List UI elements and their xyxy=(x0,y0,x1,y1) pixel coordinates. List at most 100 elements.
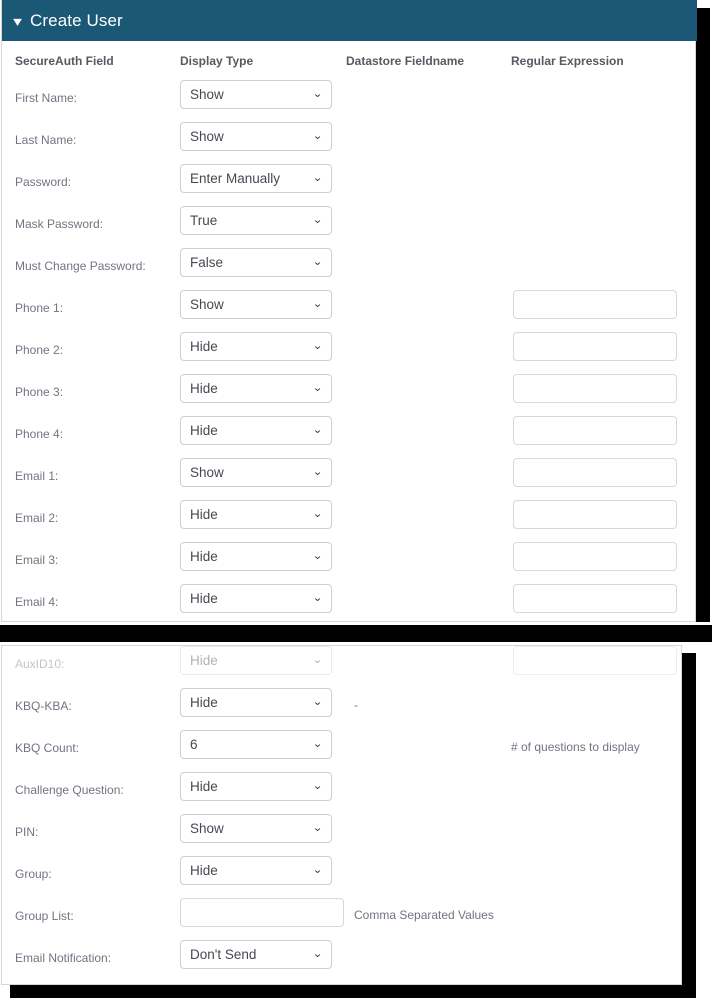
chevron-down-icon[interactable]: ⌄ xyxy=(312,696,323,707)
regular-expression-input[interactable] xyxy=(513,542,677,571)
display-type-value: Hide xyxy=(190,507,218,522)
display-type-value: Show xyxy=(190,87,224,102)
table-row: First Name: Show ⌄ xyxy=(2,80,697,122)
chevron-down-icon[interactable]: ⌄ xyxy=(312,424,323,435)
field-label: Phone 4: xyxy=(15,427,64,441)
table-row: Mask Password: True ⌄ xyxy=(2,206,697,248)
datastore-fieldname-note: Comma Separated Values xyxy=(354,908,494,922)
create-user-panel-continued: AuxID10: Hide ⌄ KBQ-KBA: Hide ⌄ - KBQ Count: 6 ⌄ #… xyxy=(1,645,682,985)
column-header-display-type: Display Type xyxy=(180,54,254,68)
display-type-select[interactable]: Enter Manually ⌄ xyxy=(180,164,332,193)
regular-expression-input[interactable] xyxy=(513,500,677,529)
field-label: Group List: xyxy=(15,909,74,923)
display-type-select[interactable]: 6 ⌄ xyxy=(180,730,332,759)
display-type-value: Don't Send xyxy=(190,947,257,962)
field-label: Email 3: xyxy=(15,553,59,567)
display-type-select[interactable]: Show ⌄ xyxy=(180,80,332,109)
chevron-down-icon[interactable]: ⌄ xyxy=(312,340,323,351)
field-label: Phone 1: xyxy=(15,301,64,315)
display-type-select[interactable]: Show ⌄ xyxy=(180,290,332,319)
table-row: AuxID10: Hide ⌄ xyxy=(2,646,681,688)
table-row: Email 3: Hide ⌄ xyxy=(2,542,697,584)
table-row: Phone 1: Show ⌄ xyxy=(2,290,697,332)
display-type-select[interactable]: Hide ⌄ xyxy=(180,542,332,571)
regular-expression-input[interactable] xyxy=(513,458,677,487)
field-label: First Name: xyxy=(15,91,78,105)
column-headers: SecureAuth Field Display Type Datastore … xyxy=(2,54,697,74)
chevron-down-icon[interactable]: ⌄ xyxy=(312,508,323,519)
chevron-down-icon[interactable]: ⌄ xyxy=(312,256,323,267)
table-row: Email 2: Hide ⌄ xyxy=(2,500,697,542)
display-type-value: Enter Manually xyxy=(190,171,281,186)
display-type-select[interactable]: Show ⌄ xyxy=(180,814,332,843)
display-type-select[interactable]: Hide ⌄ xyxy=(180,416,332,445)
create-user-field-rows: First Name: Show ⌄ Last Name: Show ⌄ Password:… xyxy=(2,80,697,626)
chevron-down-icon[interactable]: ⌄ xyxy=(312,130,323,141)
create-user-header[interactable]: ▾ Create User xyxy=(2,0,697,41)
display-type-select[interactable]: False ⌄ xyxy=(180,248,332,277)
display-type-select[interactable]: Don't Send ⌄ xyxy=(180,940,332,969)
table-row: Group List: Comma Separated Values xyxy=(2,898,681,940)
table-row: Group: Hide ⌄ xyxy=(2,856,681,898)
display-type-select[interactable]: Hide ⌄ xyxy=(180,688,332,717)
regular-expression-input[interactable] xyxy=(513,374,677,403)
chevron-down-icon[interactable]: ⌄ xyxy=(312,654,323,665)
group-list-input[interactable] xyxy=(180,898,344,927)
chevron-down-icon[interactable]: ⌄ xyxy=(312,466,323,477)
display-type-select[interactable]: True ⌄ xyxy=(180,206,332,235)
regular-expression-input[interactable] xyxy=(513,332,677,361)
chevron-down-icon[interactable]: ⌄ xyxy=(312,382,323,393)
table-row: Challenge Question: Hide ⌄ xyxy=(2,772,681,814)
table-row: Email 4: Hide ⌄ xyxy=(2,584,697,626)
chevron-down-icon[interactable]: ▾ xyxy=(13,14,22,28)
display-type-select[interactable]: Hide ⌄ xyxy=(180,646,332,675)
chevron-down-icon[interactable]: ⌄ xyxy=(312,298,323,309)
display-type-select[interactable]: Hide ⌄ xyxy=(180,856,332,885)
field-label: Email Notification: xyxy=(15,951,112,965)
display-type-select[interactable]: Hide ⌄ xyxy=(180,374,332,403)
field-label: Phone 3: xyxy=(15,385,64,399)
field-label: AuxID10: xyxy=(15,657,65,671)
field-label: PIN: xyxy=(15,825,39,839)
table-row: Phone 3: Hide ⌄ xyxy=(2,374,697,416)
regular-expression-input[interactable] xyxy=(513,290,677,319)
field-label: Email 4: xyxy=(15,595,59,609)
chevron-down-icon[interactable]: ⌄ xyxy=(312,822,323,833)
display-type-select[interactable]: Hide ⌄ xyxy=(180,772,332,801)
table-row: KBQ-KBA: Hide ⌄ - xyxy=(2,688,681,730)
display-type-value: Show xyxy=(190,297,224,312)
regular-expression-input[interactable] xyxy=(513,646,677,675)
field-label: Email 1: xyxy=(15,469,59,483)
create-user-field-rows-continued: AuxID10: Hide ⌄ KBQ-KBA: Hide ⌄ - KBQ Count: 6 ⌄ #… xyxy=(2,646,681,982)
display-type-select[interactable]: Show ⌄ xyxy=(180,458,332,487)
create-user-panel: ▾ Create User SecureAuth Field Display T… xyxy=(1,0,697,622)
display-type-select[interactable]: Hide ⌄ xyxy=(180,500,332,529)
display-type-value: Show xyxy=(190,821,224,836)
display-type-select[interactable]: Hide ⌄ xyxy=(180,332,332,361)
chevron-down-icon[interactable]: ⌄ xyxy=(312,88,323,99)
chevron-down-icon[interactable]: ⌄ xyxy=(312,864,323,875)
chevron-down-icon[interactable]: ⌄ xyxy=(312,592,323,603)
display-type-value: Hide xyxy=(190,779,218,794)
regular-expression-note: # of questions to display xyxy=(511,740,640,754)
chevron-down-icon[interactable]: ⌄ xyxy=(312,214,323,225)
table-row: PIN: Show ⌄ xyxy=(2,814,681,856)
field-label: Last Name: xyxy=(15,133,77,147)
display-type-value: False xyxy=(190,255,224,270)
screenshot-root: ▾ Create User SecureAuth Field Display T… xyxy=(0,0,712,1003)
page-title: Create User xyxy=(30,10,123,30)
display-type-value: True xyxy=(190,213,218,228)
chevron-down-icon[interactable]: ⌄ xyxy=(312,738,323,749)
regular-expression-input[interactable] xyxy=(513,584,677,613)
display-type-select[interactable]: Hide ⌄ xyxy=(180,584,332,613)
display-type-value: Hide xyxy=(190,549,218,564)
table-row: Must Change Password: False ⌄ xyxy=(2,248,697,290)
chevron-down-icon[interactable]: ⌄ xyxy=(312,550,323,561)
chevron-down-icon[interactable]: ⌄ xyxy=(312,780,323,791)
display-type-select[interactable]: Show ⌄ xyxy=(180,122,332,151)
table-row: Phone 4: Hide ⌄ xyxy=(2,416,697,458)
chevron-down-icon[interactable]: ⌄ xyxy=(312,948,323,959)
table-row: Last Name: Show ⌄ xyxy=(2,122,697,164)
chevron-down-icon[interactable]: ⌄ xyxy=(312,172,323,183)
regular-expression-input[interactable] xyxy=(513,416,677,445)
